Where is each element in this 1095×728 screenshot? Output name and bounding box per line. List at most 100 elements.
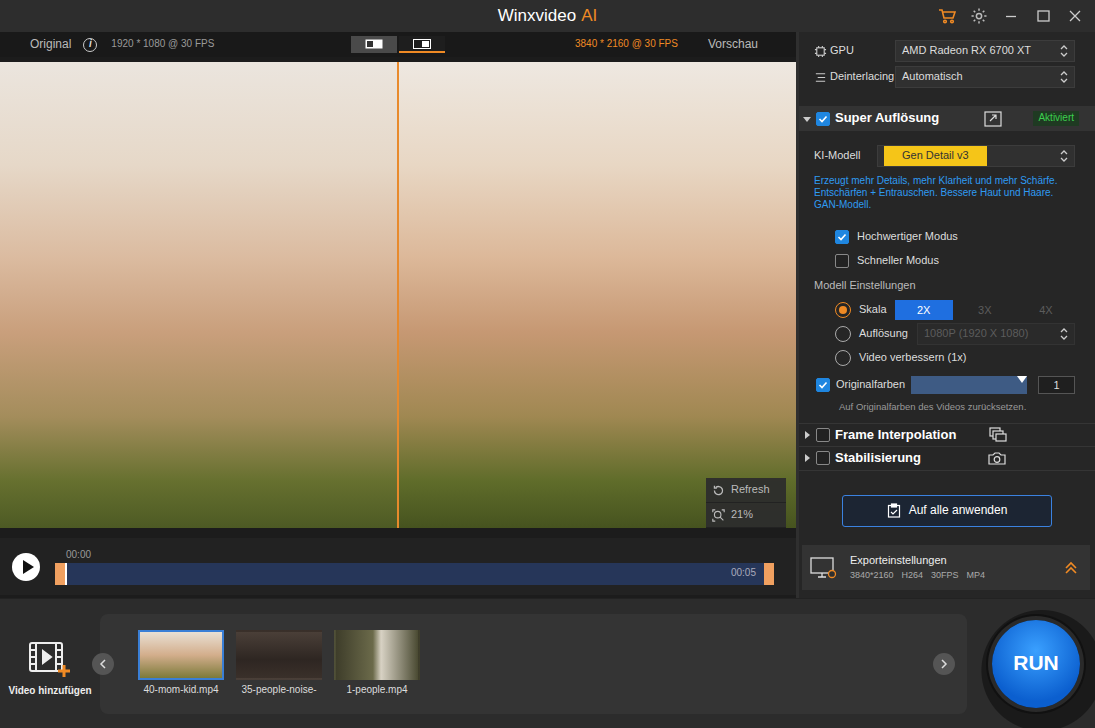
monitor-settings-icon — [810, 557, 838, 579]
close-icon — [1069, 10, 1081, 22]
slider-handle[interactable] — [1017, 376, 1027, 383]
original-colors-value[interactable]: 1 — [1038, 376, 1075, 394]
view-mode-button[interactable] — [399, 36, 445, 53]
thumbnail-strip: 40-mom-kid.mp4 35-people-noise-1-people.m… — [100, 614, 967, 714]
expand-arrow-icon[interactable] — [803, 454, 811, 462]
zoom-level: 21% — [731, 508, 753, 522]
collapse-arrow-icon[interactable] — [803, 115, 811, 123]
output-resolution: 3840 * 2160 @ 30 FPS — [575, 38, 678, 51]
export-details: 3840*2160H26430FPSMP4 — [850, 570, 1052, 581]
up-down-icon — [1060, 328, 1068, 340]
scale-option: 4X — [1017, 300, 1075, 320]
scale-option[interactable]: 2X — [895, 300, 953, 320]
section-title: Stabilisierung — [835, 450, 921, 466]
zoom-button[interactable]: 21% — [706, 503, 786, 528]
model-select[interactable]: Gen Detail v3 — [877, 145, 1075, 167]
main-area: Originali1920 * 1080 @ 30 FPS3840 * 2160… — [0, 32, 1095, 598]
model-description: Erzeugt mehr Details, mehr Klarheit und … — [799, 167, 1095, 211]
preview-label: Vorschau — [708, 37, 758, 52]
maximize-button[interactable] — [1027, 0, 1059, 32]
side-by-side-view-icon — [365, 39, 383, 49]
minimize-icon — [1005, 10, 1017, 22]
previous-button[interactable] — [92, 653, 114, 675]
double-chevron-up-icon — [1064, 561, 1078, 575]
option-label: Video verbessern (1x) — [859, 351, 966, 365]
refresh-button[interactable]: Refresh — [706, 478, 786, 503]
deinterlacing-label: Deinterlacing — [827, 70, 895, 84]
original-colors-row: Originalfarben1 — [799, 373, 1095, 397]
model-settings-title: Modell Einstellungen — [799, 273, 1095, 299]
option-radio[interactable] — [835, 350, 851, 366]
model-value: Gen Detail v3 — [884, 146, 987, 166]
mode-label: Schneller Modus — [857, 254, 939, 268]
add-video-button[interactable]: Video hinzufügen — [0, 629, 100, 698]
gpu-row: GPUAMD Radeon RX 6700 XT — [799, 40, 1095, 62]
section-checkbox[interactable] — [816, 428, 830, 442]
deinterlacing-select[interactable]: Automatisch — [895, 66, 1075, 88]
trim-start-handle[interactable] — [55, 563, 65, 585]
title-bar: Winxvideo AI — [0, 0, 1095, 32]
video-thumbnail[interactable]: 1-people.mp4 — [334, 630, 420, 697]
window-title: Winxvideo AI — [498, 5, 597, 26]
scale-option-label: 4X — [1017, 300, 1075, 320]
output-info: 3840 * 2160 @ 30 FPS Vorschau — [445, 37, 796, 52]
section-header: Stabilisierung — [799, 447, 1095, 471]
option-radio[interactable] — [835, 326, 851, 342]
chip-icon — [814, 45, 827, 58]
mode-option[interactable]: Hochwertiger Modus — [799, 225, 1095, 249]
cart-button[interactable] — [931, 0, 963, 32]
mode-label: Hochwertiger Modus — [857, 230, 958, 244]
export-info: Exporteinstellungen 3840*2160H26430FPSMP4 — [850, 554, 1052, 582]
mode-option[interactable]: Schneller Modus — [799, 249, 1095, 273]
scale-option-label[interactable]: 2X — [895, 300, 953, 320]
export-detail: H264 — [902, 570, 924, 581]
view-mode-toggle — [351, 36, 445, 53]
timeline-track[interactable]: 00:05 — [55, 563, 774, 585]
start-time: 00:00 — [55, 549, 774, 561]
refresh-label: Refresh — [731, 483, 770, 497]
super-resolution-checkbox[interactable] — [816, 112, 830, 126]
video-thumbnail[interactable]: 35-people-noise- — [236, 630, 322, 697]
arrow-right-icon — [940, 659, 948, 669]
section-checkbox[interactable] — [816, 451, 830, 465]
expand-arrow-icon[interactable] — [803, 431, 811, 439]
mode-checkbox[interactable] — [835, 254, 849, 268]
model-option-row: Video verbessern (1x) — [799, 347, 1095, 369]
option-radio[interactable] — [835, 302, 851, 318]
preview-tools: Refresh 21% — [706, 478, 786, 528]
add-video-label: Video hinzufügen — [8, 685, 91, 698]
apply-area: Auf alle anwenden — [799, 495, 1095, 527]
model-option-row: Auflösung1080P (1920 X 1080) — [799, 323, 1095, 345]
section-header: Frame Interpolation — [799, 423, 1095, 447]
super-resolution-title: Super Auflösung — [835, 110, 939, 126]
export-settings[interactable]: Exporteinstellungen 3840*2160H26430FPSMP4 — [802, 545, 1090, 590]
trim-end-handle[interactable] — [764, 563, 774, 585]
up-down-icon — [1060, 150, 1068, 162]
play-button[interactable] — [12, 553, 40, 581]
close-button[interactable] — [1059, 0, 1091, 32]
arrow-left-icon — [99, 659, 107, 669]
info-icon[interactable]: i — [83, 38, 97, 52]
export-detail: MP4 — [967, 570, 986, 581]
deinterlacing-value: Automatisch — [902, 70, 1056, 84]
export-title: Exporteinstellungen — [850, 554, 1052, 568]
view-mode-button[interactable] — [351, 36, 397, 53]
thumbnail-label: 40-mom-kid.mp4 — [143, 684, 218, 697]
original-colors-checkbox[interactable] — [816, 378, 830, 392]
apply-all-button[interactable]: Auf alle anwenden — [842, 495, 1052, 527]
next-button[interactable] — [933, 653, 955, 675]
gpu-select[interactable]: AMD Radeon RX 6700 XT — [895, 40, 1075, 62]
playhead[interactable] — [65, 563, 67, 585]
app-name-accent: AI — [581, 6, 597, 25]
preview-header: Originali1920 * 1080 @ 30 FPS3840 * 2160… — [0, 32, 796, 57]
minimize-button[interactable] — [995, 0, 1027, 32]
lines-icon — [814, 71, 827, 84]
run-button[interactable]: RUN — [992, 620, 1080, 708]
app-name: Winxvideo — [498, 6, 576, 25]
mode-checkbox[interactable] — [835, 230, 849, 244]
original-colors-slider[interactable] — [911, 376, 1027, 394]
settings-button[interactable] — [963, 0, 995, 32]
video-thumbnail[interactable]: 40-mom-kid.mp4 — [138, 630, 224, 697]
window-controls — [597, 0, 1095, 32]
preview-stage: Refresh 21% — [0, 62, 796, 528]
